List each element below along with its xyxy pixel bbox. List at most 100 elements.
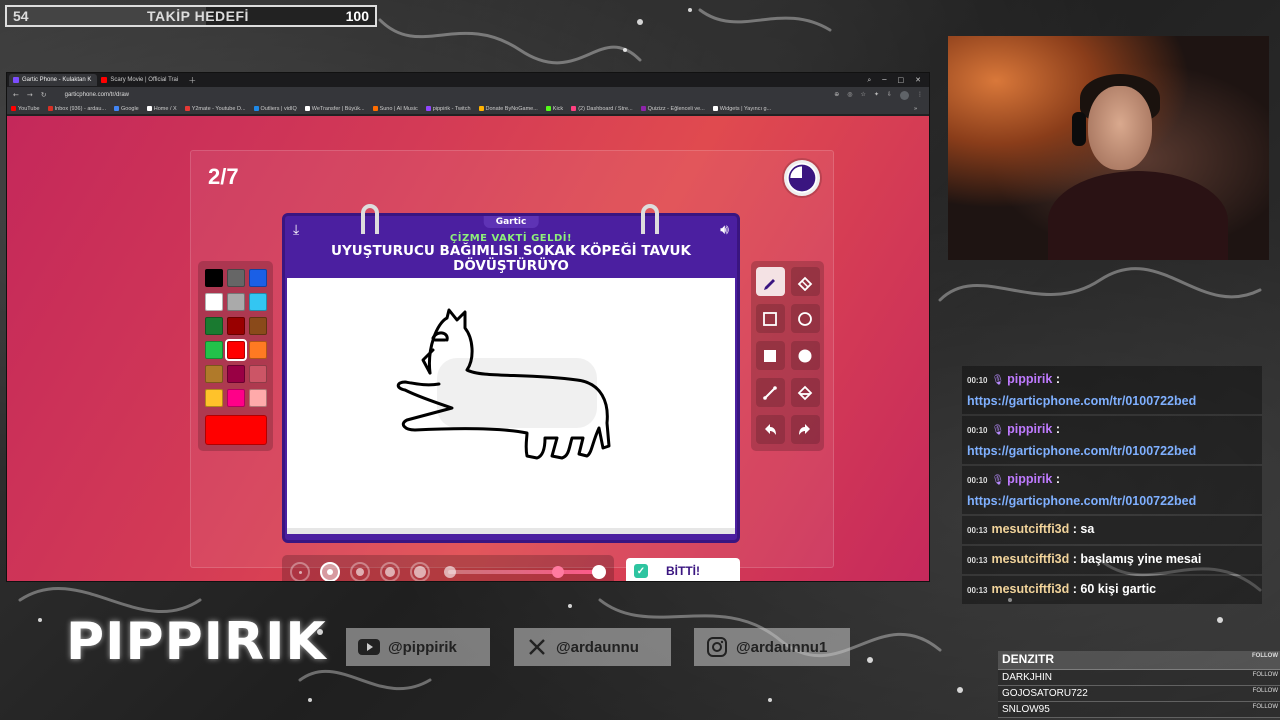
youtube-icon: [358, 639, 380, 655]
color-swatch[interactable]: [226, 317, 245, 335]
opacity-slider[interactable]: [444, 562, 606, 581]
line-tool[interactable]: [755, 378, 785, 407]
color-swatch[interactable]: [226, 293, 245, 311]
color-swatch[interactable]: [248, 341, 267, 359]
rectangle-outline-tool[interactable]: [755, 304, 785, 333]
color-swatch[interactable]: [226, 365, 245, 383]
bookmark-favicon-icon: [11, 106, 16, 111]
back-icon[interactable]: ←: [13, 91, 19, 99]
search-tabs-icon[interactable]: ⌕: [867, 76, 871, 85]
slider-mid-knob[interactable]: [552, 566, 564, 578]
color-swatch[interactable]: [248, 389, 267, 407]
chat-message: 00:10 🎙︎ pippirik : https://garticphone.com…: [962, 416, 1262, 464]
chat-timestamp: 00:13: [967, 586, 988, 595]
done-button[interactable]: ✓ BİTTİ!: [626, 558, 740, 581]
bookmark-item[interactable]: Kick: [545, 105, 564, 112]
bookmark-favicon-icon: [114, 106, 119, 111]
color-swatch[interactable]: [248, 317, 267, 335]
color-swatch[interactable]: [226, 269, 245, 287]
maximize-icon[interactable]: □: [898, 76, 905, 85]
rectangle-fill-tool[interactable]: [755, 341, 785, 370]
bookmark-item[interactable]: (2) Dashboard / Stre...: [571, 106, 633, 112]
headset-icon: [1072, 112, 1086, 146]
bookmark-label: Kick: [552, 105, 564, 112]
new-tab-icon[interactable]: ＋: [188, 75, 196, 86]
color-swatch[interactable]: [204, 365, 223, 383]
bookmark-label: YouTube: [18, 105, 40, 112]
chat-link[interactable]: https://garticphone.com/tr/0100722bed: [967, 491, 1257, 511]
brush-size-4[interactable]: [380, 562, 400, 581]
bookmark-label: pippirik - Twitch: [432, 105, 471, 112]
follower-name: SNLOW95: [1002, 704, 1050, 715]
menu-dots-icon[interactable]: ⋮: [917, 91, 923, 100]
screenshot-icon[interactable]: ◎: [847, 91, 852, 100]
brush-size-5[interactable]: [410, 562, 430, 581]
color-swatch[interactable]: [226, 389, 245, 407]
chat-username: pippirik: [1007, 422, 1053, 436]
circle-outline-tool[interactable]: [790, 304, 820, 333]
url-field[interactable]: garticphone.com/tr/draw: [65, 92, 129, 98]
eraser-tool[interactable]: [790, 267, 820, 296]
forward-icon[interactable]: →: [27, 91, 33, 99]
bookmark-item[interactable]: Home / X: [146, 106, 177, 112]
color-swatch[interactable]: [204, 341, 223, 359]
bookmark-label: WeTransfer | Büyük...: [311, 105, 365, 112]
tab-gartic-phone[interactable]: Gartic Phone - Kulaktan K: [9, 74, 98, 86]
downloads-icon[interactable]: ⇩: [887, 91, 892, 100]
tool-panel: [751, 261, 824, 451]
slider-max-knob[interactable]: [592, 565, 606, 579]
brush-size-2[interactable]: [320, 562, 340, 581]
bookmark-favicon-icon: [47, 106, 53, 111]
chat-link[interactable]: https://garticphone.com/tr/0100722bed: [967, 441, 1257, 461]
bookmark-item[interactable]: Widgets | Yayıncı g...: [712, 106, 771, 112]
fill-tool[interactable]: [790, 378, 820, 407]
bookmark-item[interactable]: Quizizz - Eğlenceli ve...: [640, 106, 705, 112]
bookmark-item[interactable]: Outliers | vidIQ: [253, 106, 297, 112]
bookmark-item[interactable]: WeTransfer | Büyük...: [304, 105, 365, 112]
color-swatch[interactable]: [204, 317, 223, 335]
bookmarks-bar: YouTube Inbox (936) - ardau... Google Home …: [7, 103, 929, 115]
bookmark-item[interactable]: Y2mate - Youtube D...: [184, 106, 246, 112]
redo-tool[interactable]: [790, 415, 820, 444]
color-swatch[interactable]: [248, 269, 267, 287]
slider-min-knob[interactable]: [444, 566, 456, 578]
bookmark-item[interactable]: Suno | AI Music: [372, 106, 418, 112]
color-swatch[interactable]: [204, 269, 223, 287]
follower-goal-bar: 54 TAKİP HEDEFİ 100: [5, 5, 377, 27]
reload-icon[interactable]: ↻: [41, 91, 47, 99]
brush-size-1[interactable]: [290, 562, 310, 581]
bookmark-item[interactable]: pippirik - Twitch: [425, 105, 471, 112]
tab-scary-movie[interactable]: Scary Movie | Official Trai: [97, 74, 184, 86]
bookmark-item[interactable]: Google: [114, 106, 139, 112]
extensions-icon[interactable]: ✦: [874, 91, 879, 100]
color-swatch[interactable]: [204, 389, 223, 407]
bookmark-item[interactable]: Inbox (936) - ardau...: [47, 106, 106, 112]
follower-name: GOJOSATORU722: [1002, 688, 1088, 699]
profile-icon[interactable]: [900, 90, 909, 100]
rectangle-fill-icon: [764, 349, 776, 362]
microphone-icon: 🎙︎: [991, 375, 1005, 386]
line-icon: [763, 385, 777, 400]
youtube-handle: @pippirik: [388, 638, 457, 656]
minimize-icon[interactable]: ─: [882, 76, 886, 85]
color-swatch[interactable]: [248, 293, 267, 311]
drawing-canvas[interactable]: [287, 278, 735, 534]
chat-link[interactable]: https://garticphone.com/tr/0100722bed: [967, 391, 1257, 411]
brush-size-3[interactable]: [350, 562, 370, 581]
pencil-icon: [764, 278, 775, 290]
color-swatch[interactable]: [204, 293, 223, 311]
bookmark-item[interactable]: YouTube: [11, 106, 40, 112]
pencil-tool[interactable]: [755, 267, 785, 296]
bookmark-star-icon[interactable]: ☆: [861, 91, 866, 100]
bookmark-favicon-icon: [304, 106, 310, 111]
undo-icon: [765, 423, 776, 435]
chat-timestamp: 00:10: [967, 476, 988, 485]
undo-tool[interactable]: [755, 415, 785, 444]
close-icon[interactable]: ✕: [915, 76, 921, 85]
color-swatch[interactable]: [248, 365, 267, 383]
color-swatch[interactable]: [224, 339, 247, 361]
bookmark-item[interactable]: Donate ByNoGame...: [478, 106, 538, 112]
install-icon[interactable]: ⊕: [834, 91, 839, 100]
more-bookmarks-icon[interactable]: »: [914, 106, 925, 112]
circle-fill-tool[interactable]: [790, 341, 820, 370]
